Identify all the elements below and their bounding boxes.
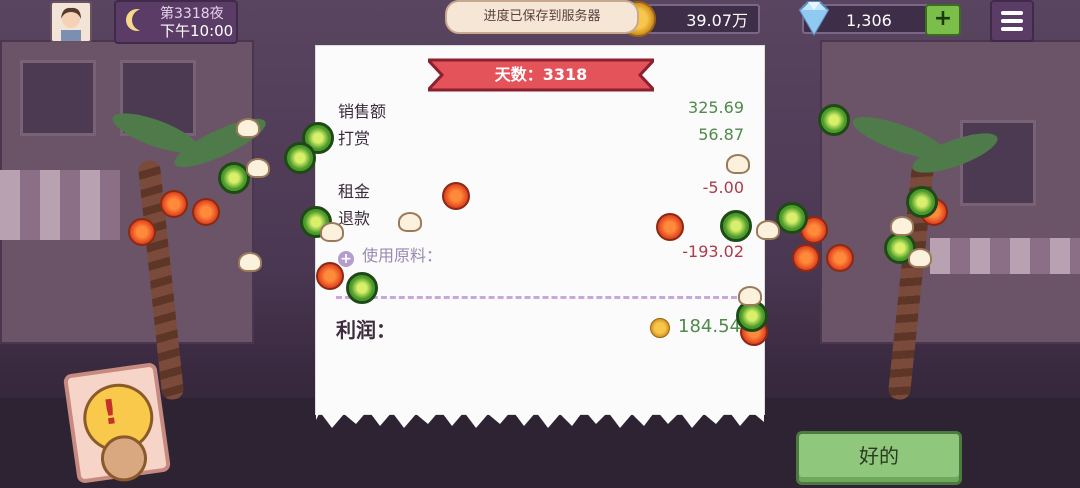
game-time: 下午10:00 [160, 22, 234, 40]
awning-left [0, 170, 120, 240]
save-toast: 进度已保存到服务器 [445, 0, 639, 34]
tomato-slice-icon [192, 198, 220, 226]
sales-label: 销售额 [338, 102, 387, 121]
pepper-slice-icon [720, 210, 752, 242]
pepper-slice-icon [346, 272, 378, 304]
garlic-clove-icon [890, 216, 914, 236]
refund-label: 退款 [338, 209, 371, 228]
ok-button[interactable]: 好的 [796, 431, 962, 485]
gem-icon [798, 1, 830, 36]
ingredients-row[interactable]: + 使用原料： [338, 242, 442, 267]
avatar-face-icon [52, 3, 90, 41]
window [20, 60, 96, 136]
day-night-panel: 第3318夜 下午10:00 [114, 0, 238, 44]
tomato-slice-icon [160, 190, 188, 218]
tomato-slice-icon [656, 213, 684, 241]
profit-coin-icon [650, 318, 670, 338]
rent-value: -5.00 [702, 178, 744, 197]
alert-card[interactable]: ! [62, 361, 172, 485]
receipt-torn-edge [316, 404, 764, 428]
garlic-clove-icon [756, 220, 780, 240]
building-right [820, 40, 1080, 344]
sales-value: 325.69 [688, 98, 744, 117]
garlic-clove-icon [738, 286, 762, 306]
plus-circle-icon[interactable]: + [338, 251, 354, 267]
tomato-slice-icon [442, 182, 470, 210]
buy-gems-button[interactable]: + [925, 4, 961, 36]
garlic-clove-icon [320, 222, 344, 242]
ingredients-label: 使用原料： [362, 246, 443, 265]
profit-label: 利润： [336, 318, 396, 342]
ingredients-value: -193.02 [682, 242, 744, 261]
garlic-clove-icon [726, 154, 750, 174]
window [960, 120, 1036, 206]
pepper-slice-icon [818, 104, 850, 136]
pepper-slice-icon [776, 202, 808, 234]
garlic-clove-icon [238, 252, 262, 272]
moon-icon [132, 9, 154, 31]
pepper-slice-icon [284, 142, 316, 174]
pepper-slice-icon [906, 186, 938, 218]
garlic-clove-icon [908, 248, 932, 268]
day-banner-text: 天数：3318 [494, 65, 588, 84]
awning-right [930, 238, 1080, 274]
tomato-slice-icon [792, 244, 820, 272]
tomato-slice-icon [826, 244, 854, 272]
profit-value: 184.54 [678, 316, 741, 337]
menu-icon[interactable] [990, 0, 1034, 42]
garlic-clove-icon [246, 158, 270, 178]
receipt-divider [336, 296, 746, 299]
tips-label: 打赏 [338, 129, 371, 148]
rent-label: 租金 [338, 182, 371, 201]
tomato-slice-icon [316, 262, 344, 290]
tips-value: 56.87 [698, 125, 744, 144]
tomato-slice-icon [128, 218, 156, 246]
garlic-clove-icon [398, 212, 422, 232]
avatar[interactable] [50, 1, 92, 43]
garlic-clove-icon [236, 118, 260, 138]
